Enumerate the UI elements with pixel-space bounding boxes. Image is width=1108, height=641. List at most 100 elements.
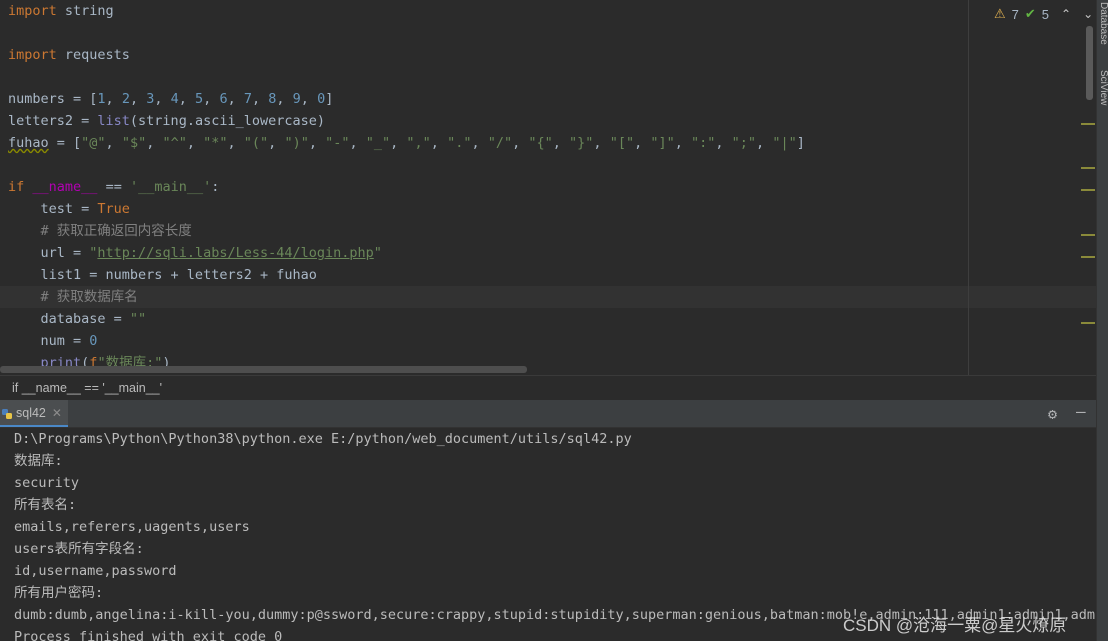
code-token: "]" <box>650 135 675 151</box>
breadcrumb-item[interactable]: if __name__ == '__main__' <box>12 381 162 395</box>
code-token: import <box>8 3 57 19</box>
code-token: 2 <box>121 91 130 107</box>
database-tool-tab[interactable]: Database <box>1097 2 1108 45</box>
code-token: ";" <box>731 135 757 151</box>
warning-stripe-mark[interactable] <box>1081 234 1095 236</box>
warning-stripe-mark[interactable] <box>1081 167 1095 169</box>
right-tool-strip: Database SciView <box>1096 0 1108 641</box>
code-token: numbers = [ <box>8 91 98 107</box>
check-icon: ✔ <box>1024 6 1036 21</box>
code-token: , <box>715 135 732 151</box>
close-icon[interactable]: ✕ <box>52 406 62 420</box>
code-line[interactable]: num = 0 <box>8 330 98 352</box>
run-console-output[interactable]: D:\Programs\Python\Python38\python.exe E… <box>0 428 1096 641</box>
csdn-watermark: CSDN @沧海一粟@星火燎原 <box>843 616 1067 635</box>
code-token: "|" <box>772 135 797 151</box>
console-line: 所有表名: <box>14 497 77 513</box>
code-token: , <box>203 91 220 107</box>
console-line: security <box>14 475 80 491</box>
code-line[interactable]: letters2 = list(string.ascii_lowercase) <box>8 110 325 132</box>
warning-stripe-mark[interactable] <box>1081 189 1095 191</box>
code-token: , <box>105 91 122 107</box>
code-line[interactable]: import string <box>8 0 114 22</box>
code-token: , <box>227 135 244 151</box>
code-token: , <box>276 91 293 107</box>
code-token: "^" <box>162 135 187 151</box>
console-line: 数据库: <box>14 453 63 469</box>
code-token: , <box>154 91 171 107</box>
code-token: ":" <box>691 135 716 151</box>
code-token: , <box>178 91 196 107</box>
code-token: , <box>227 91 244 107</box>
code-token: "*" <box>203 135 228 151</box>
warning-count: 7 <box>1011 6 1019 22</box>
code-token: ] <box>796 135 805 151</box>
code-token: , <box>186 135 204 151</box>
code-token: 5 <box>195 91 204 107</box>
code-token: 0 <box>317 91 326 107</box>
code-line[interactable]: # 获取数据库名 <box>8 286 138 308</box>
check-count: 5 <box>1041 6 1050 22</box>
code-line[interactable]: url = "http://sqli.labs/Less-44/login.ph… <box>8 242 382 264</box>
code-token: ")" <box>284 135 309 151</box>
code-line[interactable]: test = True <box>8 198 130 220</box>
code-token: , <box>430 135 448 151</box>
code-token: , <box>105 135 122 151</box>
code-editor[interactable]: import string import requests numbers = [1… <box>0 0 1096 375</box>
code-line[interactable]: list1 = numbers + letters2 + fuhao <box>8 264 317 286</box>
editor-horizontal-scrollbar[interactable] <box>0 366 527 373</box>
code-token: , <box>308 135 326 151</box>
code-token: , <box>349 135 366 151</box>
code-token: fuhao <box>8 135 49 151</box>
warning-stripe-mark[interactable] <box>1081 256 1095 258</box>
console-command-line: D:\Programs\Python\Python38\python.exe E… <box>14 431 632 447</box>
sciview-tool-tab[interactable]: SciView <box>1097 70 1108 105</box>
console-line: emails,referers,uagents,users <box>14 519 250 535</box>
run-tab-label: sql42 <box>16 405 46 420</box>
chevron-up-icon[interactable]: ⌃ <box>1061 7 1071 21</box>
inspection-widget[interactable]: ⚠ 7 ✔ 5 ⌃ ⌄ <box>994 5 1093 23</box>
code-token: == <box>97 179 130 195</box>
code-token: test = <box>8 201 98 217</box>
code-token: " <box>373 245 382 261</box>
current-line-highlight <box>0 286 1096 308</box>
code-token: "_" <box>365 135 391 151</box>
code-line[interactable]: if __name__ == '__main__': <box>8 176 219 198</box>
code-token: list <box>97 113 130 129</box>
code-token: , <box>251 91 269 107</box>
code-token: , <box>146 135 163 151</box>
code-token: requests <box>56 47 130 63</box>
gear-icon[interactable]: ⚙ <box>1048 405 1057 423</box>
python-icon <box>2 408 12 419</box>
code-line[interactable]: # 获取正确返回内容长度 <box>8 220 192 242</box>
breadcrumb[interactable]: if __name__ == '__main__' <box>0 375 1096 400</box>
code-token: list1 = numbers + letters2 + fuhao <box>8 267 317 283</box>
code-line[interactable]: fuhao = ["@", "$", "^", "*", "(", ")", "… <box>8 132 805 154</box>
code-line[interactable]: numbers = [1, 2, 3, 4, 5, 6, 7, 8, 9, 0] <box>8 88 333 110</box>
code-token: , <box>512 135 529 151</box>
chevron-down-icon[interactable]: ⌄ <box>1083 7 1093 21</box>
run-tool-header: sql42 ✕ ⚙ — <box>0 400 1096 428</box>
code-token: , <box>674 135 691 151</box>
code-token: 6 <box>219 91 228 107</box>
code-token: "," <box>406 135 431 151</box>
code-token: 7 <box>243 91 252 107</box>
editor-vertical-scrollbar[interactable] <box>1086 26 1093 100</box>
minimize-icon[interactable]: — <box>1076 402 1086 421</box>
code-token: "$" <box>121 135 147 151</box>
warning-stripe-mark[interactable] <box>1081 123 1095 125</box>
code-token: num = <box>8 333 90 349</box>
code-token: __name__ <box>32 179 98 195</box>
code-token: , <box>390 135 407 151</box>
run-tab-sql42[interactable]: sql42 ✕ <box>0 400 68 427</box>
code-token: = [ <box>48 135 82 151</box>
warning-stripe-mark[interactable] <box>1081 322 1095 324</box>
warning-icon: ⚠ <box>994 6 1006 21</box>
code-line[interactable]: database = "" <box>8 308 147 330</box>
code-token: ] <box>325 91 334 107</box>
console-line: id,username,password <box>14 563 177 579</box>
code-token: "-" <box>325 135 350 151</box>
code-line[interactable]: import requests <box>8 44 130 66</box>
code-token: , <box>471 135 488 151</box>
code-token: "." <box>447 135 472 151</box>
